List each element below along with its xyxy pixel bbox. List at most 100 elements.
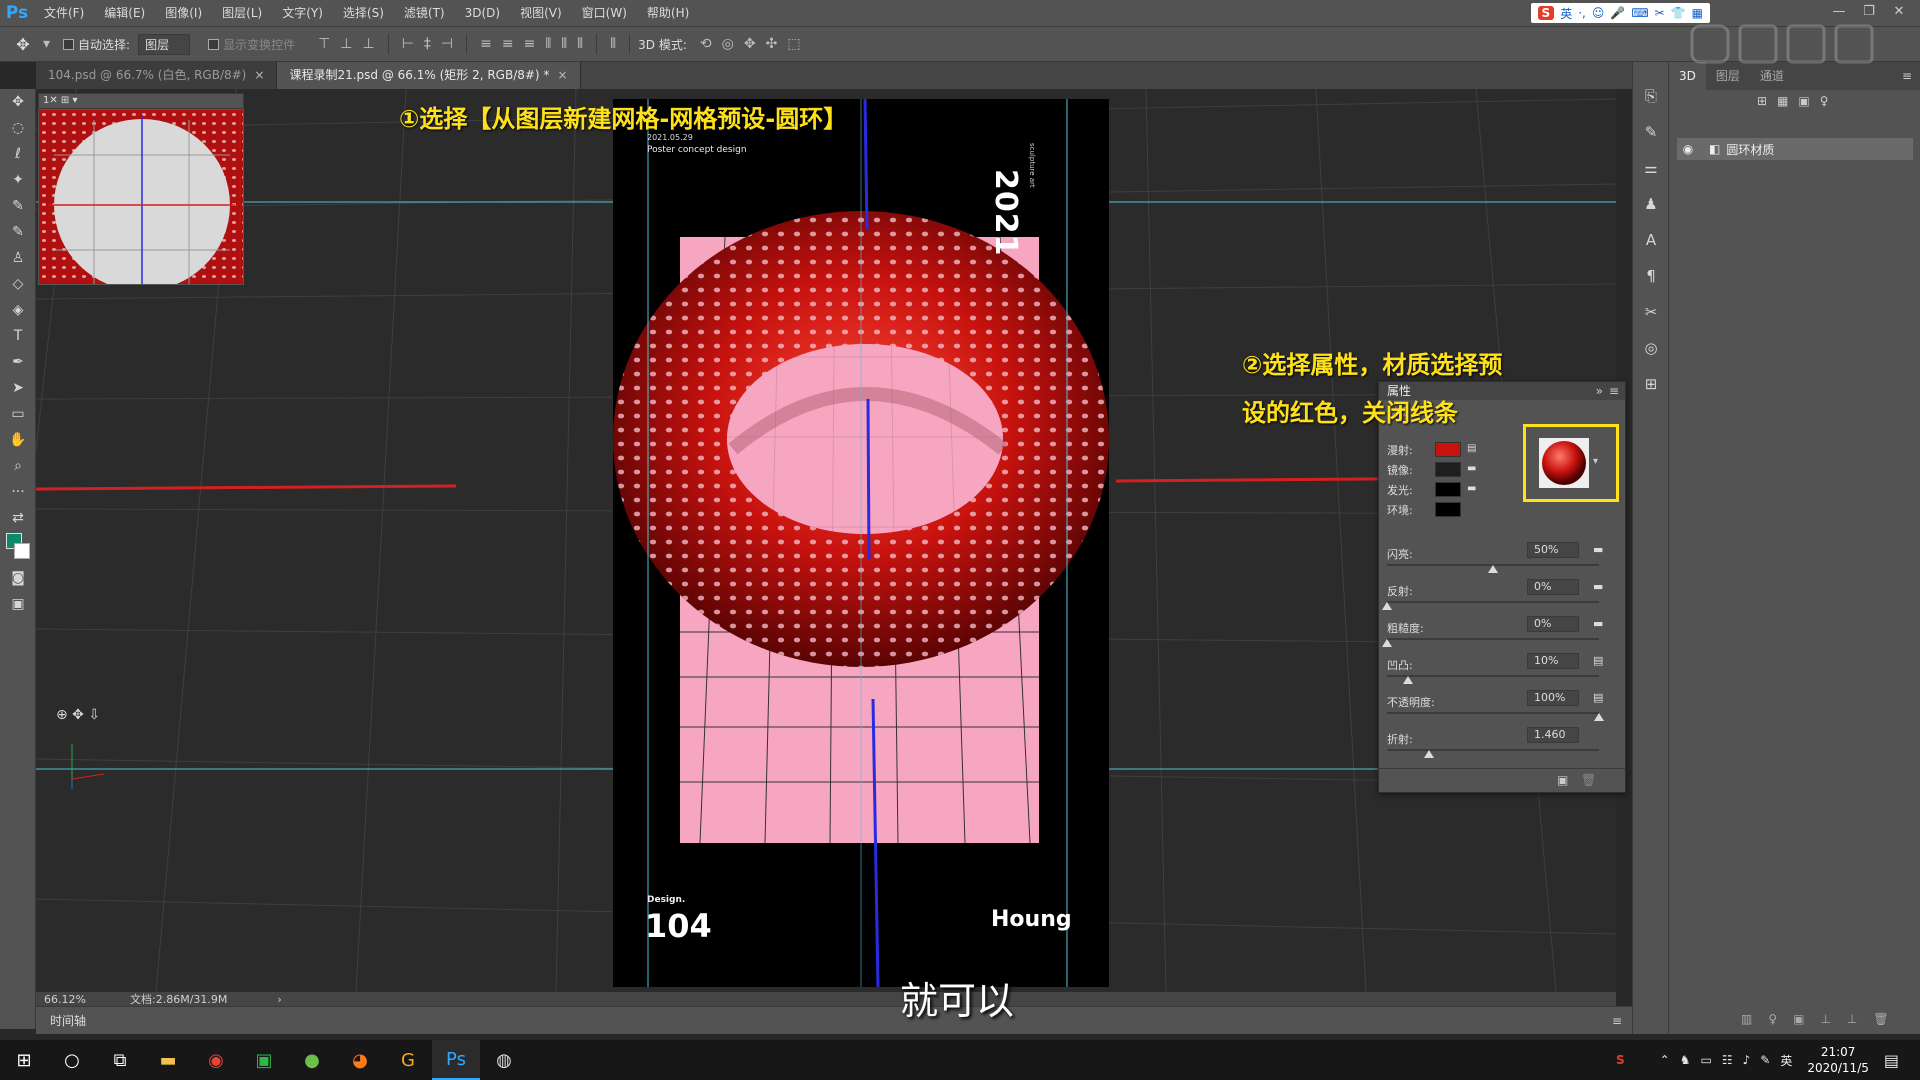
roughness-folder-icon[interactable]: ▬ xyxy=(1593,617,1607,631)
opacity-thumb[interactable] xyxy=(1594,713,1604,721)
menu-image[interactable]: 图像(I) xyxy=(155,0,212,26)
shine-value[interactable]: 50% xyxy=(1527,542,1579,558)
illumination-swatch[interactable] xyxy=(1435,482,1461,497)
menu-file[interactable]: 文件(F) xyxy=(34,0,94,26)
firefox-icon[interactable]: ◕ xyxy=(336,1040,384,1080)
align-hcenter-icon[interactable]: ‡ xyxy=(424,36,431,52)
clock[interactable]: 21:07 2020/11/5 xyxy=(1807,1044,1869,1076)
path-select-icon[interactable]: ➤ xyxy=(0,375,36,401)
tab-104-psd[interactable]: 104.psd @ 66.7% (白色, RGB/8#) × xyxy=(36,62,278,89)
panel-menu-icon[interactable]: ≡ xyxy=(1902,62,1920,90)
trash-icon[interactable]: 🗑 xyxy=(1581,773,1596,787)
ime-toolbar[interactable]: S 英 ·, ☺ 🎤 ⌨ ✂ 👕 ▦ xyxy=(1530,3,1710,23)
timeline-label[interactable]: 时间轴 xyxy=(50,1014,86,1028)
marquee-tool-icon[interactable]: ◌ xyxy=(0,115,36,141)
quick-mask-icon[interactable]: ◙ xyxy=(0,565,36,591)
magic-wand-icon[interactable]: ✦ xyxy=(0,167,36,193)
eraser-tool-icon[interactable]: ◇ xyxy=(0,271,36,297)
align-right-icon[interactable]: ⊣ xyxy=(441,36,453,52)
menu-type[interactable]: 文字(Y) xyxy=(272,0,333,26)
chevron-down-icon[interactable]: ▾ xyxy=(1593,456,1598,467)
pen-icon[interactable]: ✎ xyxy=(1760,1053,1770,1067)
reflection-thumb[interactable] xyxy=(1382,602,1392,610)
roughness-thumb[interactable] xyxy=(1382,639,1392,647)
diffuse-swatch[interactable] xyxy=(1435,442,1461,457)
visibility-eye-icon[interactable]: ◉ xyxy=(1677,142,1699,156)
menu-layer[interactable]: 图层(L) xyxy=(212,0,272,26)
distribute-bottom-icon[interactable]: ≡ xyxy=(524,36,536,52)
chrome-icon[interactable]: ◉ xyxy=(192,1040,240,1080)
tab-course-psd[interactable]: 课程录制21.psd @ 66.1% (矩形 2, RGB/8#) * × xyxy=(277,62,581,89)
chevron-down-icon[interactable]: ▾ xyxy=(43,36,50,52)
brush-tool-icon[interactable]: ✎ xyxy=(0,219,36,245)
app-g-icon[interactable]: G xyxy=(384,1040,432,1080)
collapse-icon[interactable]: » xyxy=(1596,382,1603,400)
roughness-value[interactable]: 0% xyxy=(1527,616,1579,632)
keyboard-icon[interactable]: ⌨ xyxy=(1631,6,1648,20)
opacity-value[interactable]: 100% xyxy=(1527,690,1579,706)
roughness-track[interactable] xyxy=(1387,638,1599,640)
battery-icon[interactable]: ▭ xyxy=(1700,1053,1711,1067)
skin-icon[interactable]: 👕 xyxy=(1671,6,1686,20)
secondary-view-header[interactable]: 1✕ ⊞ ▾ xyxy=(38,93,244,109)
paragraph-icon[interactable]: ¶ xyxy=(1633,258,1669,294)
ime-lang[interactable]: 英 xyxy=(1560,5,1572,22)
lasso-tool-icon[interactable]: ℓ xyxy=(0,141,36,167)
panel-menu-icon[interactable]: ≡ xyxy=(1609,382,1619,400)
rectangle-tool-icon[interactable]: ▭ xyxy=(0,401,36,427)
adjustments-icon[interactable]: ⚌ xyxy=(1633,150,1669,186)
paths-icon[interactable]: ◎ xyxy=(1633,330,1669,366)
properties-icon[interactable]: ⊞ xyxy=(1633,366,1669,402)
poster[interactable]: 2021.05.29 Poster concept design 2021 sc… xyxy=(613,99,1109,987)
hand-tool-icon[interactable]: ✋ xyxy=(0,427,36,453)
orbit-3d-icon[interactable]: ⟲ xyxy=(700,36,712,52)
drag-3d-icon[interactable]: ✥ xyxy=(744,36,756,52)
roll-3d-icon[interactable]: ◎ xyxy=(722,36,734,52)
bump-thumb[interactable] xyxy=(1403,676,1414,684)
move-tool-icon[interactable]: ✥ xyxy=(0,89,36,115)
sogou-tray-icon[interactable]: S xyxy=(1616,1053,1625,1067)
align-left-icon[interactable]: ⊢ xyxy=(402,36,414,52)
shine-thumb[interactable] xyxy=(1488,565,1498,573)
tray-chevron-icon[interactable]: ⌃ xyxy=(1660,1053,1670,1067)
wechat-icon[interactable]: ● xyxy=(288,1040,336,1080)
ambient-swatch[interactable] xyxy=(1435,502,1461,517)
3d-panel-footer-icons[interactable]: ▥♀▣⊥⊥🗑 xyxy=(1741,1012,1905,1026)
distribute-top-icon[interactable]: ≡ xyxy=(480,36,492,52)
task-view-icon[interactable]: ⧉ xyxy=(96,1040,144,1080)
sogou-icon[interactable]: S xyxy=(1537,6,1555,20)
file-explorer-icon[interactable]: ▬ xyxy=(144,1040,192,1080)
opacity-track[interactable] xyxy=(1387,712,1599,714)
swap-colors-icon[interactable]: ⇄ xyxy=(0,505,36,531)
distribute-hcenter-icon[interactable]: ⫴ xyxy=(561,36,567,52)
show-transform-checkbox[interactable] xyxy=(208,38,220,50)
folder-icon[interactable]: ▬ xyxy=(1467,483,1476,494)
menu-3d[interactable]: 3D(D) xyxy=(455,0,510,26)
new-material-icon[interactable]: ▣ xyxy=(1557,773,1568,787)
3d-filter-icons[interactable]: ⊞▦▣♀ xyxy=(1757,94,1839,108)
emoji-icon[interactable]: ☺ xyxy=(1592,6,1605,20)
people-icon[interactable]: ♟ xyxy=(1633,186,1669,222)
brush-settings-icon[interactable]: ✎ xyxy=(1633,114,1669,150)
menu-edit[interactable]: 编辑(E) xyxy=(94,0,155,26)
bump-value[interactable]: 10% xyxy=(1527,653,1579,669)
iqiyi-icon[interactable]: ▣ xyxy=(240,1040,288,1080)
refraction-thumb[interactable] xyxy=(1424,750,1435,758)
refraction-track[interactable] xyxy=(1387,749,1599,751)
character-icon[interactable]: A xyxy=(1633,222,1669,258)
history-icon[interactable]: ⎘ xyxy=(1633,78,1669,114)
network-icon[interactable]: ☷ xyxy=(1722,1053,1733,1067)
mic-icon[interactable]: 🎤 xyxy=(1610,6,1625,20)
scale-3d-icon[interactable]: ⬚ xyxy=(787,36,800,52)
input-lang[interactable]: 英 xyxy=(1780,1052,1792,1069)
menu-window[interactable]: 窗口(W) xyxy=(572,0,637,26)
reflection-folder-icon[interactable]: ▬ xyxy=(1593,580,1607,594)
shine-folder-icon[interactable]: ▬ xyxy=(1593,543,1607,557)
reflection-value[interactable]: 0% xyxy=(1527,579,1579,595)
folder-icon[interactable]: ▬ xyxy=(1467,463,1476,474)
3d-scene-item[interactable]: ◉ ◧ 圆环材质 xyxy=(1677,138,1913,160)
material-preset-picker[interactable] xyxy=(1539,438,1589,488)
more-tools-icon[interactable]: ··· xyxy=(0,479,36,505)
color-swatches[interactable] xyxy=(0,531,35,565)
secondary-3d-view[interactable] xyxy=(38,109,244,285)
